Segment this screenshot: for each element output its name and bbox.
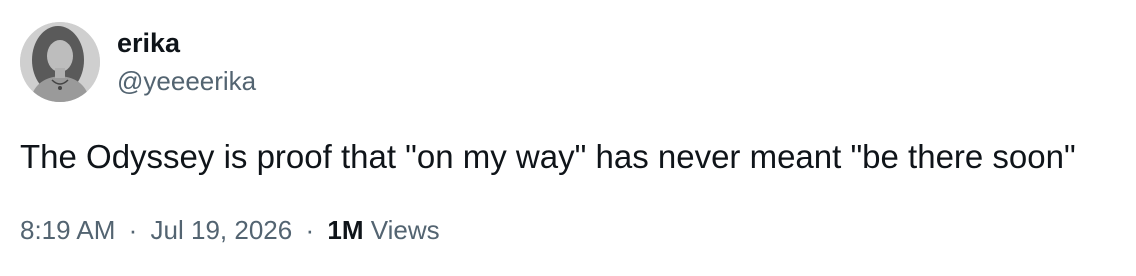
display-name[interactable]: erika: [117, 26, 180, 60]
separator-dot: ·: [128, 215, 138, 245]
tweet-card: erika @yeeeerika The Odyssey is proof th…: [0, 0, 1136, 276]
views-count[interactable]: 1M: [327, 215, 363, 245]
profile-photo-icon: [20, 22, 100, 102]
views-label: Views: [370, 215, 440, 245]
tweet-date[interactable]: Jul 19, 2026: [151, 215, 293, 245]
separator-dot: ·: [305, 215, 315, 245]
user-handle[interactable]: @yeeeerika: [117, 64, 256, 98]
tweet-metadata: 8:19 AM · Jul 19, 2026 · 1M Views: [20, 212, 440, 248]
avatar[interactable]: [20, 22, 100, 102]
tweet-text: The Odyssey is proof that "on my way" ha…: [20, 138, 1076, 175]
tweet-time[interactable]: 8:19 AM: [20, 215, 115, 245]
